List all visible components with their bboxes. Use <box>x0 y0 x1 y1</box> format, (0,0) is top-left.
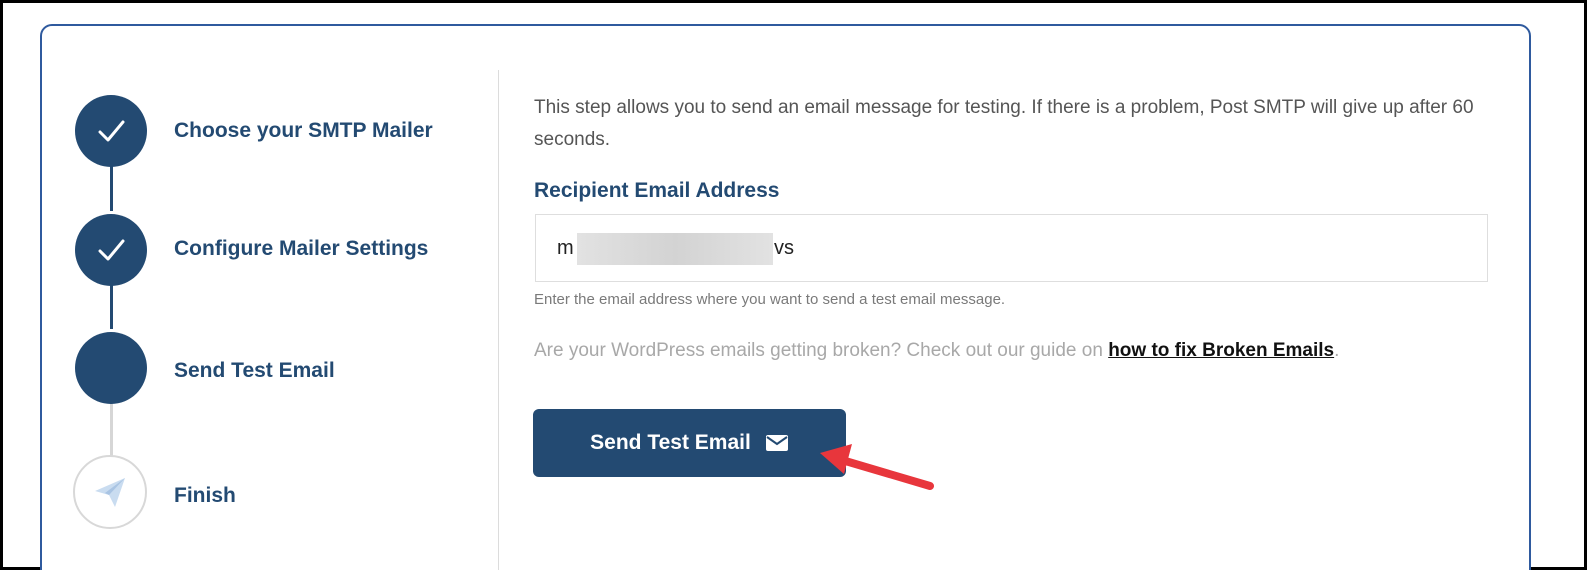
envelope-icon <box>765 435 788 451</box>
step-2-indicator <box>75 214 147 286</box>
step-4-indicator <box>73 455 147 529</box>
step-connector <box>110 165 113 211</box>
broken-emails-guide-text: Are your WordPress emails getting broken… <box>534 340 1339 362</box>
guide-prefix: Are your WordPress emails getting broken… <box>534 340 1109 361</box>
recipient-email-input[interactable]: m vs <box>535 214 1488 282</box>
step-2-label: Configure Mailer Settings <box>174 237 429 260</box>
check-icon <box>98 239 125 261</box>
step-connector <box>110 400 113 456</box>
step-3-indicator <box>75 332 147 404</box>
step-1-label: Choose your SMTP Mailer <box>174 119 433 142</box>
step-1-indicator <box>75 95 147 167</box>
arrow-annotation-icon <box>820 444 934 490</box>
step-connector <box>110 283 113 329</box>
step-3-label: Send Test Email <box>174 359 335 382</box>
email-redaction <box>577 233 773 265</box>
check-icon <box>98 120 125 142</box>
email-value-end: vs <box>774 237 794 259</box>
steps-divider <box>498 70 499 570</box>
guide-suffix: . <box>1334 340 1340 361</box>
step-description: This step allows you to send an email me… <box>534 97 1474 150</box>
send-test-email-button[interactable]: Send Test Email <box>533 409 846 477</box>
email-value-start: m <box>557 237 574 259</box>
recipient-email-label: Recipient Email Address <box>534 179 780 202</box>
step-4-label: Finish <box>174 484 236 507</box>
paper-plane-icon <box>95 478 125 507</box>
broken-emails-guide-link[interactable]: how to fix Broken Emails <box>1108 340 1334 361</box>
recipient-email-help: Enter the email address where you want t… <box>534 291 1006 308</box>
send-button-label: Send Test Email <box>590 431 751 454</box>
